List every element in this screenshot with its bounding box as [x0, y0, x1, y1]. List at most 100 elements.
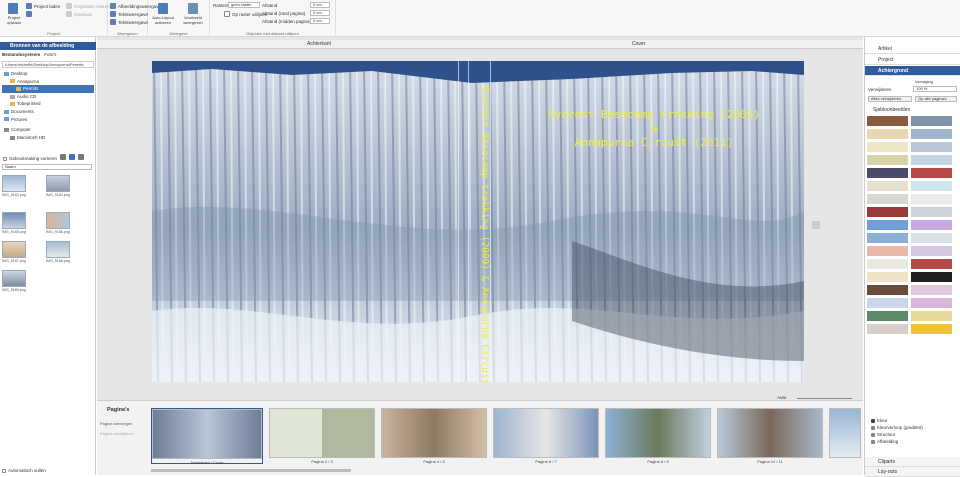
swatch[interactable]: [867, 142, 908, 152]
presets-header[interactable]: Sjabloonbeelden: [873, 107, 910, 113]
print-button[interactable]: [26, 11, 32, 17]
save-project-button[interactable]: Project opslaan: [4, 15, 24, 25]
tab-achtergrond[interactable]: Achtergrond: [865, 66, 960, 76]
text-view-button[interactable]: Tekstweergave: [110, 11, 148, 17]
tree-item-pictures[interactable]: Pictures: [2, 116, 94, 124]
swatch[interactable]: [867, 155, 908, 165]
swatch[interactable]: [867, 324, 908, 334]
swatch[interactable]: [911, 324, 952, 334]
remove-page-button[interactable]: Pagina verwijderen: [100, 431, 134, 436]
pages-scrollbar[interactable]: [151, 469, 351, 472]
swatch[interactable]: [911, 142, 952, 152]
redo-button[interactable]: Opnieuw: [66, 11, 92, 17]
swatch[interactable]: [911, 129, 952, 139]
zoom-slider[interactable]: [797, 398, 852, 399]
swatch[interactable]: [911, 246, 952, 256]
thumb-item[interactable]: IMG_9184.png: [46, 175, 70, 199]
thumb-item[interactable]: IMG_9185.png: [2, 212, 26, 236]
swatch[interactable]: [867, 116, 908, 126]
swatch[interactable]: [911, 233, 952, 243]
tree-item-permits[interactable]: Permits: [2, 85, 94, 93]
swatch[interactable]: [867, 129, 908, 139]
opacity-select[interactable]: 100 %: [913, 86, 957, 92]
auto-layout-button[interactable]: Auto-Layout activeren: [150, 15, 176, 25]
page-thumb[interactable]: Pagina 6 / 7: [493, 408, 599, 464]
dist3-field[interactable]: 0 cm: [310, 18, 330, 24]
undo-button[interactable]: Ongedaan maken: [66, 3, 110, 9]
type-gradient[interactable]: Kleurverloop (gradiënt): [871, 425, 959, 430]
large-grid-icon[interactable]: [78, 154, 84, 160]
save-project-icon[interactable]: [8, 3, 18, 14]
preview-button[interactable]: Voorbeeld weergeven: [180, 15, 206, 25]
list-view-icon[interactable]: [60, 154, 66, 160]
tab-photos[interactable]: Foto's: [44, 52, 56, 57]
sort-usage-toggle[interactable]: Gebruikmaking sorteren: [3, 156, 57, 161]
page-thumb[interactable]: Pagina 8 / 9: [605, 408, 711, 464]
thumb-item[interactable]: IMG_9189.png: [2, 270, 26, 294]
page-thumb[interactable]: [829, 408, 861, 464]
swatch[interactable]: [911, 207, 952, 217]
dist1-field[interactable]: 0 cm: [310, 2, 330, 8]
swatch[interactable]: [911, 298, 952, 308]
grid-view-icon[interactable]: [69, 154, 75, 160]
sort-select[interactable]: Naam: [2, 164, 92, 170]
tree-item-computer[interactable]: Computer: [2, 126, 94, 134]
apply-all-pages-button[interactable]: Op alle pagina's: [915, 96, 957, 102]
swatch[interactable]: [867, 233, 908, 243]
thumb-item[interactable]: IMG_9183.png: [2, 175, 26, 199]
tab-artikel[interactable]: Artikel: [865, 44, 960, 54]
remove-all-button[interactable]: Alles verwijderen: [868, 96, 912, 102]
tab-cliparts[interactable]: Cliparts: [865, 457, 960, 467]
swatch[interactable]: [911, 272, 952, 282]
thumb-item[interactable]: IMG_9186.png: [46, 212, 70, 236]
tree-item-documents[interactable]: Documents: [2, 108, 94, 116]
type-image[interactable]: Afbeelding: [871, 439, 959, 444]
tab-filesystem[interactable]: Bestandssysteem: [2, 52, 40, 57]
swatch[interactable]: [867, 181, 908, 191]
next-arrow-icon[interactable]: [812, 221, 820, 229]
swatch[interactable]: [911, 116, 952, 126]
swatch[interactable]: [867, 220, 908, 230]
add-page-button[interactable]: Pagina toevoegen: [100, 421, 132, 426]
swatch[interactable]: [867, 311, 908, 321]
tree-item-tobeprinted[interactable]: Tobeprinted: [2, 100, 94, 108]
tree-item-desktop[interactable]: Desktop: [2, 70, 94, 78]
thumb-item[interactable]: IMG_9187.png: [2, 241, 26, 265]
page-thumb[interactable]: Pagina 2 / 3: [269, 408, 375, 464]
path-field[interactable]: /Users/michelle/Desktop/Annapurna/Permit…: [2, 61, 94, 68]
swatch[interactable]: [911, 220, 952, 230]
page-thumb[interactable]: Pagina 10 / 11: [717, 408, 823, 464]
swatch[interactable]: [911, 194, 952, 204]
tab-layouts[interactable]: Lay-outs: [865, 467, 960, 477]
swatch[interactable]: [911, 311, 952, 321]
image-sources-header[interactable]: Bronnen van de afbeelding: [0, 42, 96, 50]
raster-select[interactable]: geen raster: [228, 2, 260, 8]
tree-item-macintosh-hd[interactable]: Macintosh HD: [2, 134, 94, 142]
type-color[interactable]: Kleur: [871, 418, 959, 423]
tab-project[interactable]: Project: [865, 55, 960, 65]
swatch[interactable]: [867, 285, 908, 295]
swatch[interactable]: [911, 155, 952, 165]
swatch[interactable]: [867, 272, 908, 282]
cover-photo[interactable]: Everest Basecamp trekking (2009) & Annap…: [152, 61, 804, 382]
spine-title[interactable]: Everest Basecamp trekking (2009) & Annap…: [479, 87, 490, 382]
page-thumb-cover[interactable]: Achterkant / Cover: [151, 408, 263, 465]
dist2-field[interactable]: 0 cm: [310, 10, 330, 16]
swatch[interactable]: [911, 259, 952, 269]
swatch[interactable]: [911, 285, 952, 295]
swatch[interactable]: [867, 194, 908, 204]
tree-item-annapurna[interactable]: Annapurna: [2, 78, 94, 86]
type-structure[interactable]: Structuur: [871, 432, 959, 437]
swatch[interactable]: [867, 207, 908, 217]
swatch[interactable]: [911, 181, 952, 191]
page-thumb[interactable]: Pagina 4 / 5: [381, 408, 487, 464]
swatch[interactable]: [867, 246, 908, 256]
swatch[interactable]: [911, 168, 952, 178]
snap-checkbox[interactable]: Op raster uitlijnen: [224, 11, 267, 17]
autofill-toggle[interactable]: Automatisch vullen: [2, 468, 46, 473]
load-project-button[interactable]: Project laden: [26, 3, 60, 9]
swatch[interactable]: [867, 168, 908, 178]
swatch[interactable]: [867, 259, 908, 269]
cover-title[interactable]: Everest Basecamp trekking (2009) & Annap…: [524, 108, 784, 150]
thumb-item[interactable]: IMG_9188.png: [46, 241, 70, 265]
